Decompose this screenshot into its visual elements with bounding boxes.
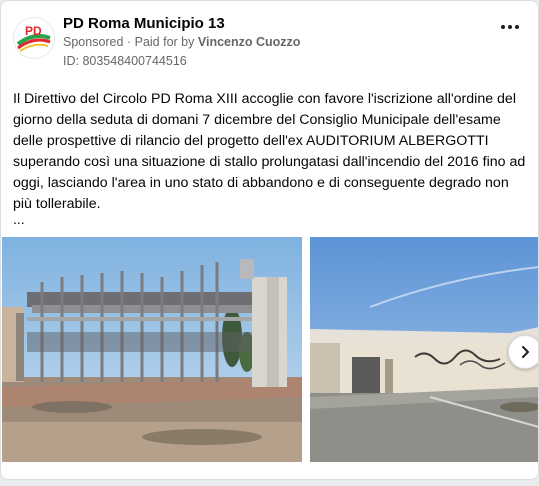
carousel-next-button[interactable] [508,335,538,369]
post-header: PD PD Roma Municipio 13 Sponsored · Paid… [13,13,526,73]
pd-logo-icon: PD [14,18,54,58]
ad-id: ID: 803548400744516 [63,54,187,68]
paid-for-prefix: Paid for by [134,35,195,49]
carousel-photo-auditorium-exterior[interactable] [310,237,538,462]
sponsor-line: Sponsored · Paid for by Vincenzo Cuozzo [63,35,300,49]
separator-dot: · [126,35,132,49]
ad-post-card: PD PD Roma Municipio 13 Sponsored · Paid… [0,0,539,480]
media-carousel [1,237,538,462]
more-options-icon [500,25,521,29]
page-name-link[interactable]: PD Roma Municipio 13 [63,15,225,32]
see-more-ellipsis[interactable]: ... [13,211,25,227]
more-options-button[interactable] [496,17,524,37]
post-body-text: Il Direttivo del Circolo PD Roma XIII ac… [13,91,526,212]
paid-for-name: Vincenzo Cuozzo [197,35,301,49]
logo-text: PD [25,24,42,38]
chevron-right-icon [522,346,529,358]
pd-logo-avatar[interactable]: PD [13,17,55,59]
sponsored-label[interactable]: Sponsored [63,35,123,49]
carousel-photo-auditorium-ruins[interactable] [2,237,302,462]
